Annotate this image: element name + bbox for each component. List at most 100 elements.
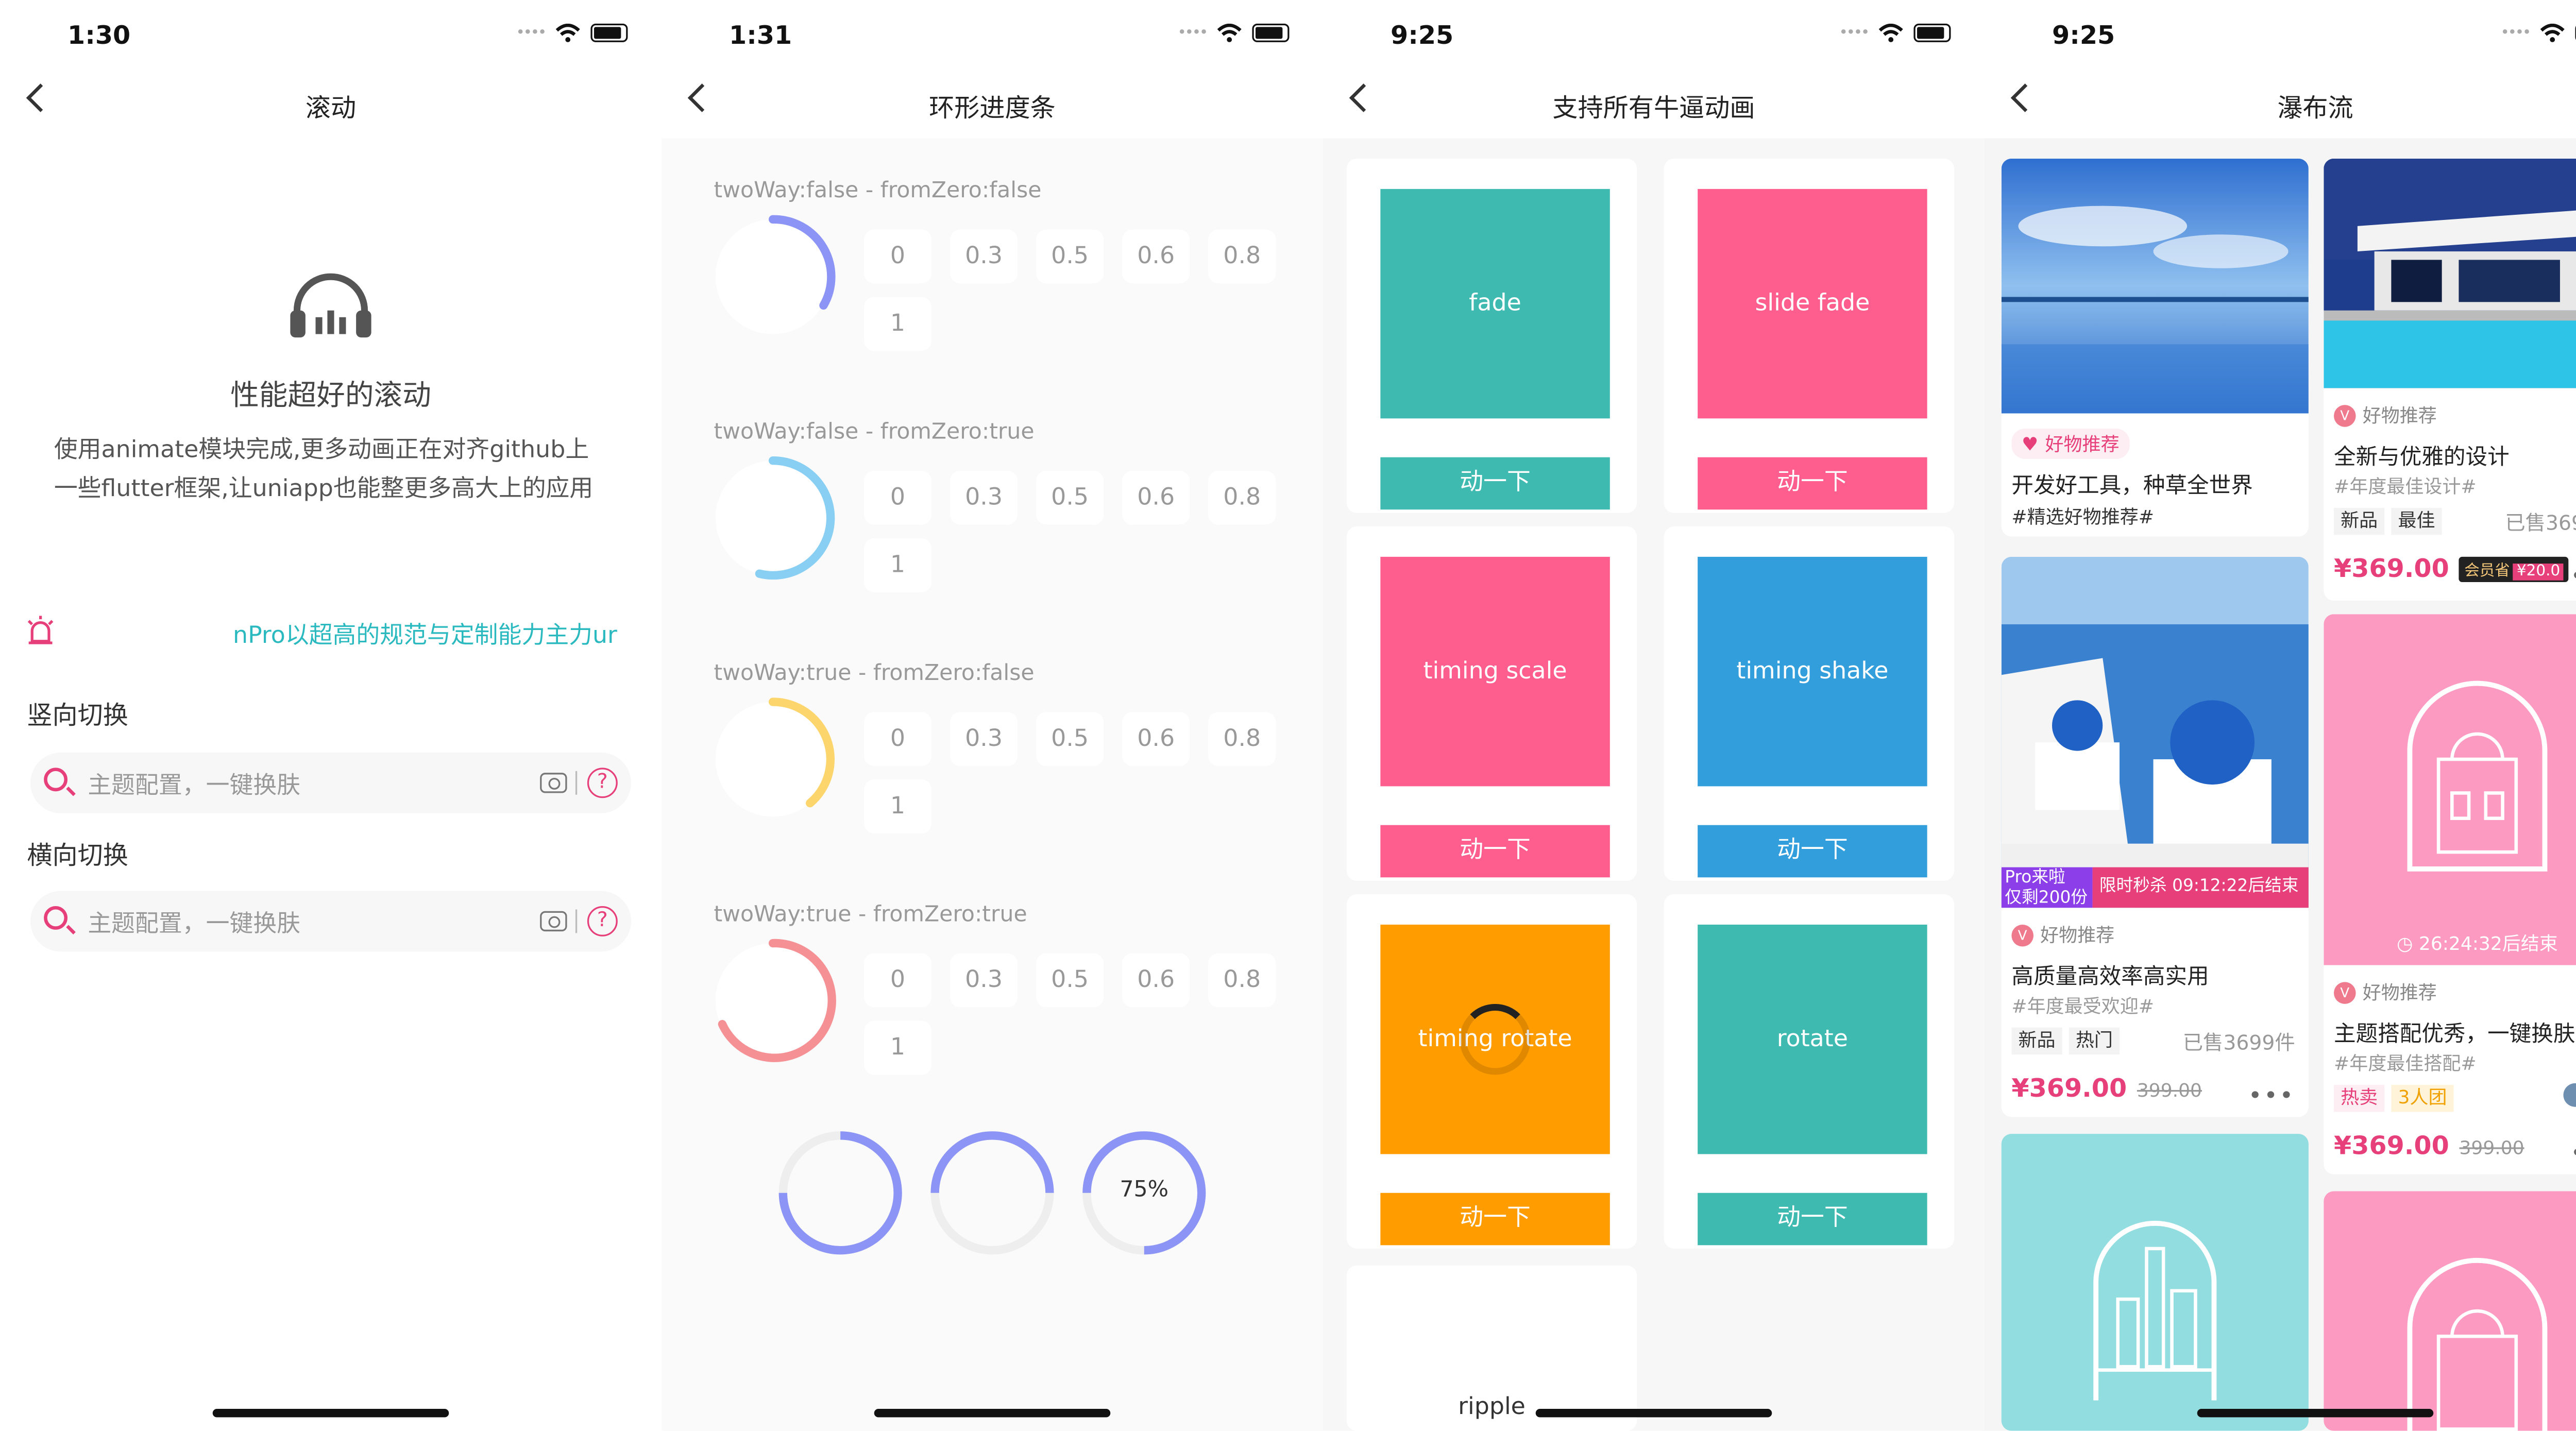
- product-card[interactable]: ◷ 26:24:32后结束 V 好物推荐 主题搭配优秀，一键换肤 #年度最佳搭配#…: [2324, 614, 2576, 1174]
- animate-button[interactable]: 动一下: [1698, 457, 1927, 510]
- progress-ring: [709, 936, 837, 1065]
- progress-value-button[interactable]: 0.3: [950, 712, 1018, 766]
- vertical-label: 竖向切换: [27, 700, 128, 731]
- product-subtitle: #年度最佳设计#: [2334, 475, 2477, 498]
- status-time: 9:25: [1391, 20, 1454, 51]
- progress-value-button[interactable]: 0.6: [1122, 470, 1190, 525]
- progress-value-button[interactable]: 0.5: [1036, 470, 1104, 525]
- price-value: ¥369.00: [2334, 553, 2449, 584]
- animate-button[interactable]: 动一下: [1380, 1192, 1610, 1246]
- progress-value-button[interactable]: 0: [864, 712, 932, 766]
- progress-value-button[interactable]: 0.6: [1122, 712, 1190, 766]
- member-badge: 会员省 ¥20.0: [2459, 556, 2569, 582]
- camera-icon[interactable]: [540, 911, 567, 932]
- page-title: 支持所有牛逼动画: [1552, 93, 1755, 124]
- progress-value-button[interactable]: 0.8: [1208, 229, 1276, 284]
- animate-button[interactable]: 动一下: [1380, 457, 1610, 510]
- notice-bar[interactable]: nPro以超高的规范与定制能力主力ur: [24, 614, 662, 651]
- progress-value-button[interactable]: 0.6: [1122, 953, 1190, 1008]
- notice-text: nPro以超高的规范与定制能力主力ur: [233, 622, 617, 650]
- animate-button[interactable]: 动一下: [1380, 825, 1610, 878]
- navbar: 瀑布流: [1985, 74, 2576, 138]
- animation-card: timing rotate 动一下: [1346, 894, 1637, 1249]
- product-card[interactable]: [2001, 1134, 2309, 1431]
- signal-icon: ••••: [2500, 24, 2532, 42]
- more-icon[interactable]: •••: [2248, 1083, 2295, 1110]
- progress-section-title: twoWay:true - fromZero:true: [714, 902, 1027, 928]
- progress-value-button[interactable]: 1: [864, 779, 932, 834]
- progress-value-button[interactable]: 0.5: [1036, 712, 1104, 766]
- progress-value-button[interactable]: 1: [864, 538, 932, 592]
- signal-icon: ••••: [1839, 24, 1870, 42]
- navbar: 支持所有牛逼动画: [1323, 74, 1985, 138]
- progress-value-button[interactable]: 0.5: [1036, 953, 1104, 1008]
- page-title: 瀑布流: [2277, 93, 2353, 124]
- animation-label: fade: [1469, 290, 1521, 317]
- divider: [575, 771, 578, 795]
- progress-value-button[interactable]: 0.8: [1208, 712, 1276, 766]
- home-indicator: [1535, 1409, 1772, 1418]
- product-title: 全新与优雅的设计: [2334, 445, 2510, 471]
- progress-value-button[interactable]: 0.3: [950, 470, 1018, 525]
- pro-badge: Pro来啦 仅剩200份: [2001, 867, 2093, 908]
- badge: 新品: [2011, 1027, 2062, 1055]
- progress-value-button[interactable]: 1: [864, 297, 932, 351]
- product-card[interactable]: V 好物推荐 全新与优雅的设计 #年度最佳设计# 新品最佳 已售3699件 ¥36…: [2324, 158, 2576, 601]
- animation-label: timing scale: [1423, 658, 1567, 685]
- help-icon[interactable]: ?: [587, 906, 618, 936]
- progress-value-button[interactable]: 0.8: [1208, 470, 1276, 525]
- recommend-tag: V 好物推荐: [2334, 402, 2437, 429]
- progress-value-button[interactable]: 0: [864, 953, 932, 1008]
- more-icon[interactable]: •••: [2570, 564, 2576, 590]
- divider: [575, 909, 578, 933]
- product-price: ¥369.00 399.00: [2334, 1131, 2524, 1161]
- search-icon: [44, 768, 68, 792]
- progress-value-button[interactable]: 0.5: [1036, 229, 1104, 284]
- product-image: [2001, 556, 2309, 908]
- help-icon[interactable]: ?: [587, 768, 618, 798]
- recommend-tag: V 好物推荐: [2011, 921, 2114, 948]
- timer-text: 26:24:32后结束: [2418, 933, 2558, 955]
- product-card[interactable]: [2324, 1191, 2576, 1431]
- v-icon: V: [2011, 924, 2033, 946]
- badge: 热卖: [2334, 1085, 2385, 1112]
- progress-value-button[interactable]: 0: [864, 229, 932, 284]
- clock-icon: ◷: [2396, 933, 2419, 955]
- castle-icon: [2407, 1257, 2548, 1431]
- product-image: [2001, 158, 2309, 414]
- v-icon: V: [2334, 981, 2356, 1003]
- badge: 3人团: [2391, 1085, 2454, 1112]
- search-bar-horizontal[interactable]: 主题配置，一键换肤 ?: [30, 891, 632, 952]
- animate-button[interactable]: 动一下: [1698, 1192, 1927, 1246]
- progress-label: 75%: [1120, 1178, 1169, 1203]
- product-card[interactable]: ♥ 好物推荐 开发好工具，种草全世界 #精选好物推荐#: [2001, 158, 2309, 537]
- status-icons: ••••: [1178, 23, 1290, 42]
- navbar: 环形进度条: [662, 74, 1323, 138]
- progress-value-button[interactable]: 0.8: [1208, 953, 1276, 1008]
- animation-square: timing shake: [1698, 556, 1927, 787]
- progress-value-button[interactable]: 0.6: [1122, 229, 1190, 284]
- animation-square: rotate: [1698, 924, 1927, 1154]
- stock-left: 仅剩200份: [2005, 889, 2088, 908]
- progress-section: twoWay:false - fromZero:true 0 0.3 0.5 0.6 0.…: [662, 420, 1323, 653]
- old-price: 399.00: [2137, 1080, 2202, 1102]
- screen-progress: 1:31 •••• 环形进度条 twoWay:false - fromZero:…: [661, 0, 1323, 1431]
- tag-label: 好物推荐: [2045, 433, 2120, 456]
- tag-label: 好物推荐: [2362, 982, 2437, 1004]
- animation-square: timing scale: [1380, 556, 1610, 787]
- product-image: ◷ 26:24:32后结束: [2324, 614, 2576, 965]
- animate-button[interactable]: 动一下: [1698, 825, 1927, 878]
- avatar: [2563, 1083, 2576, 1107]
- progress-ring: [709, 213, 837, 341]
- flash-sale-banner: 限时秒杀 09:12:22后结束: [2092, 867, 2309, 908]
- animation-card: slide fade 动一下: [1664, 158, 1955, 513]
- progress-value-button[interactable]: 0.3: [950, 953, 1018, 1008]
- page-title: 环形进度条: [929, 93, 1056, 124]
- progress-value-button[interactable]: 0.3: [950, 229, 1018, 284]
- progress-value-button[interactable]: 1: [864, 1020, 932, 1075]
- search-bar-vertical[interactable]: 主题配置，一键换肤 ?: [30, 752, 632, 813]
- product-card[interactable]: Pro来啦 仅剩200份 限时秒杀 09:12:22后结束 V 好物推荐 高质量高效…: [2001, 556, 2309, 1117]
- more-icon[interactable]: •••: [2570, 1140, 2576, 1167]
- camera-icon[interactable]: [540, 773, 567, 793]
- progress-value-button[interactable]: 0: [864, 470, 932, 525]
